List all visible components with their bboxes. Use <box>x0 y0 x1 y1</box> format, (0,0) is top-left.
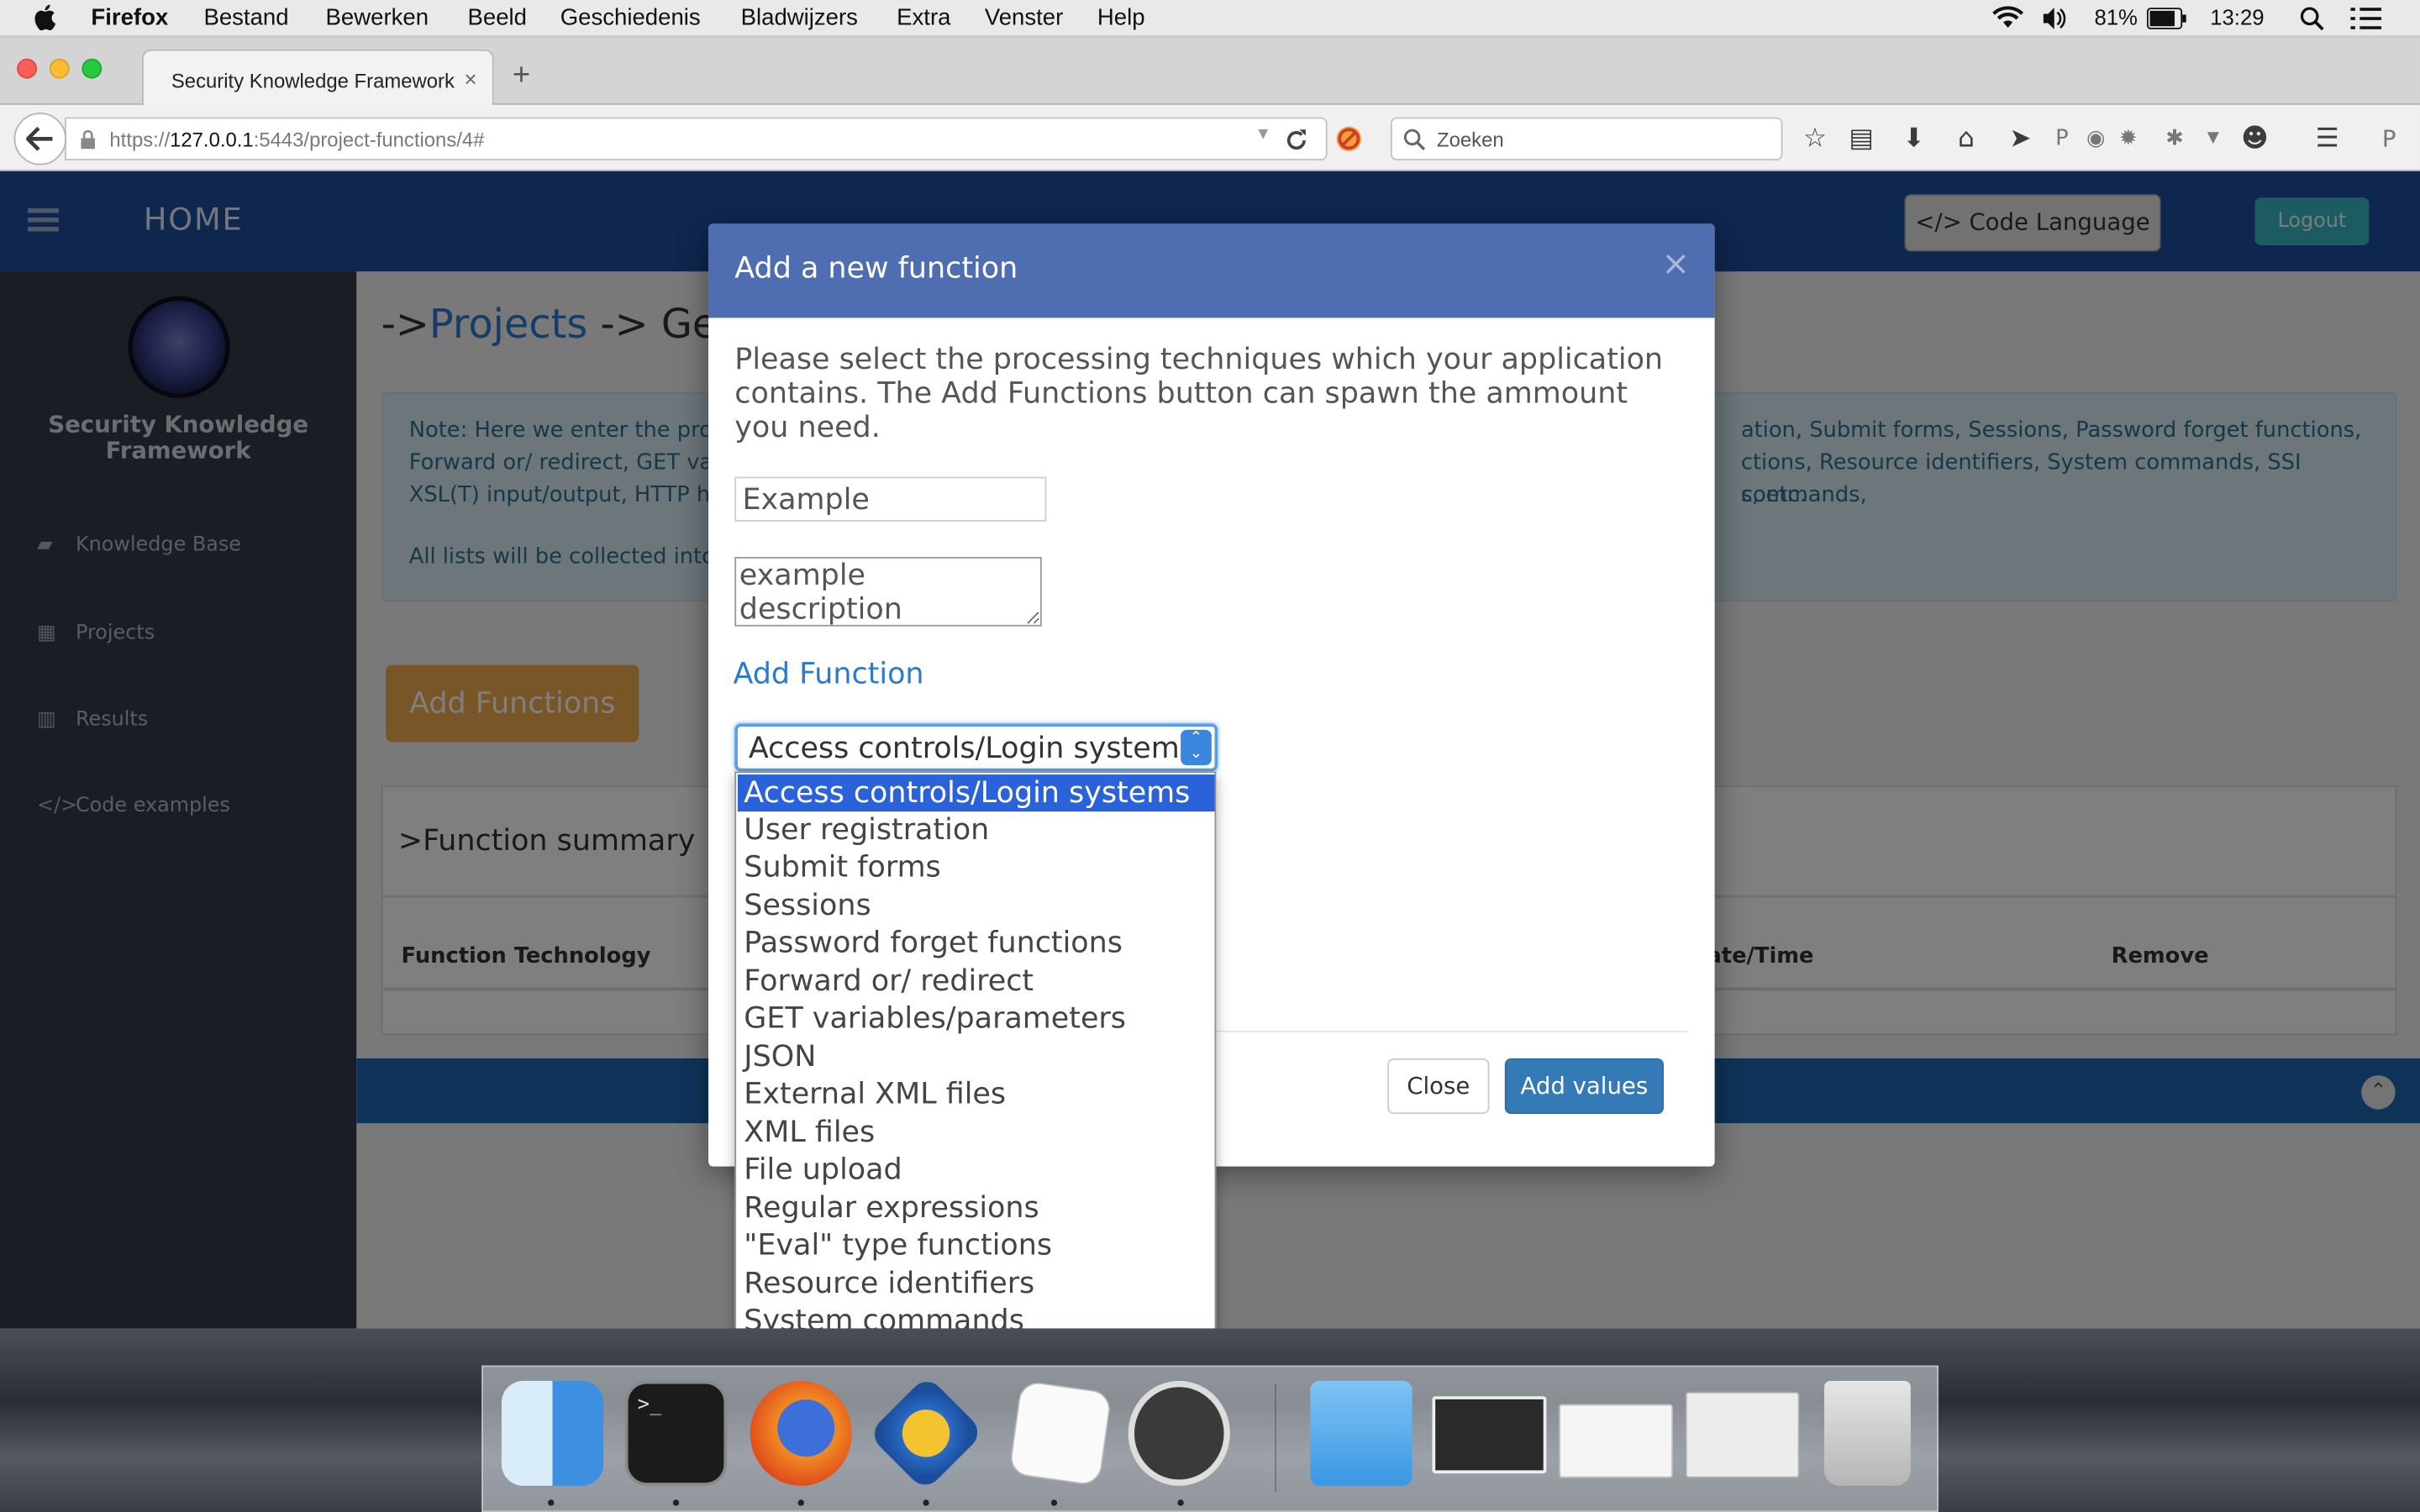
home-icon[interactable]: ⌂ <box>1951 123 1982 155</box>
bookmark-star-icon[interactable]: ☆ <box>1800 123 1831 155</box>
modal-title: Add a new function <box>734 251 1018 286</box>
add-values-button[interactable]: Add values <box>1504 1058 1664 1115</box>
search-placeholder: Zoeken <box>1436 128 1504 151</box>
window-minimize-button[interactable] <box>49 58 70 79</box>
menu-bestand[interactable]: Bestand <box>203 5 288 31</box>
browser-tab[interactable]: Security Knowledge Framework × <box>141 49 494 107</box>
dropdown-option[interactable]: Sessions <box>738 887 1215 924</box>
add-function-link[interactable]: Add Function <box>733 657 923 690</box>
apple-menu-icon[interactable] <box>34 3 58 31</box>
menu-bar: Firefox Bestand Bewerken Beeld Geschiede… <box>0 0 2420 38</box>
dropdown-option[interactable]: "Eval" type functions <box>738 1226 1215 1263</box>
extension-p2-icon[interactable]: P <box>2374 123 2405 155</box>
menu-bewerken[interactable]: Bewerken <box>326 5 429 31</box>
downloads-icon[interactable]: ⬇ <box>1898 123 1929 155</box>
menu-help[interactable]: Help <box>1097 5 1145 31</box>
volume-icon[interactable] <box>2040 6 2068 30</box>
finder-icon[interactable] <box>501 1380 604 1486</box>
modal-close-icon[interactable]: × <box>1661 245 1690 284</box>
menu-bladwijzers[interactable]: Bladwijzers <box>741 5 858 31</box>
hamburger-menu-icon[interactable]: ☰ <box>2312 123 2343 155</box>
tab-close-icon[interactable]: × <box>465 66 477 91</box>
dropdown-option[interactable]: Resource identifiers <box>738 1265 1215 1302</box>
menu-app-name[interactable]: Firefox <box>91 5 168 31</box>
dropdown-option[interactable]: JSON <box>738 1038 1215 1075</box>
extension-gear-icon[interactable]: ✹ <box>2112 123 2144 155</box>
new-tab-icon[interactable]: + <box>513 59 530 94</box>
dropdown-option[interactable]: External XML files <box>738 1075 1215 1112</box>
running-indicator <box>1050 1499 1058 1506</box>
menu-geschiedenis[interactable]: Geschiedenis <box>560 5 701 31</box>
window-thumbnail[interactable] <box>1432 1396 1547 1474</box>
dropdown-option[interactable]: XML files <box>738 1114 1215 1151</box>
function-description-textarea[interactable]: example description <box>734 557 1042 627</box>
select-stepper-icon: ⌃ ⌄ <box>1181 729 1212 766</box>
chat-icon[interactable]: ☻ <box>2239 123 2270 155</box>
dropdown-option[interactable]: Submit forms <box>738 848 1215 885</box>
trash-icon[interactable] <box>1824 1380 1911 1486</box>
reload-icon[interactable] <box>1284 128 1308 152</box>
document-thumbnail[interactable] <box>1559 1404 1674 1478</box>
dropdown-option[interactable]: File upload <box>738 1151 1215 1188</box>
textedit-icon[interactable] <box>1007 1380 1113 1487</box>
firefox-icon[interactable] <box>750 1380 852 1486</box>
search-bar[interactable]: Zoeken <box>1390 117 1783 161</box>
spotlight-icon[interactable] <box>2300 6 2324 31</box>
send-icon[interactable]: ➤ <box>2005 123 2036 155</box>
notification-center-icon[interactable] <box>2350 8 2382 29</box>
extension-mask-icon[interactable]: ◉ <box>2081 123 2112 155</box>
close-button[interactable]: Close <box>1387 1058 1490 1115</box>
folder-icon[interactable] <box>1310 1380 1413 1486</box>
url-text: https://127.0.0.1:5443/project-functions… <box>109 128 485 151</box>
function-technology-select[interactable]: Access controls/Login systems ⌃ ⌄ <box>734 723 1218 772</box>
lock-icon[interactable] <box>81 129 96 150</box>
running-indicator <box>672 1499 680 1506</box>
battery-icon[interactable] <box>2146 8 2187 29</box>
dropdown-option[interactable]: Regular expressions <box>738 1189 1215 1226</box>
dropdown-option[interactable]: Forward or/ redirect <box>738 963 1215 1000</box>
tab-title: Security Knowledge Framework <box>171 69 455 93</box>
mamp-icon[interactable] <box>1128 1380 1230 1486</box>
back-arrow-icon <box>26 126 53 151</box>
dropdown-option[interactable]: GET variables/parameters <box>738 1000 1215 1037</box>
url-history-dropdown-icon[interactable]: ▼ <box>1255 125 1271 144</box>
select-dropdown-list: Access controls/Login systems User regis… <box>734 771 1217 1342</box>
dropdown-option-selected[interactable]: Access controls/Login systems <box>737 774 1215 812</box>
dropdown-option[interactable]: Password forget functions <box>738 924 1215 961</box>
clock: 13:29 <box>2210 4 2265 29</box>
back-button[interactable] <box>13 113 66 165</box>
blocked-content-icon[interactable] <box>1334 123 1365 155</box>
url-bar[interactable]: https://127.0.0.1:5443/project-functions… <box>65 117 1328 161</box>
reading-list-icon[interactable]: ▤ <box>1846 123 1877 155</box>
mamp-window-thumbnail[interactable] <box>1685 1391 1800 1478</box>
select-value: Access controls/Login systems <box>748 731 1195 766</box>
window-close-button[interactable] <box>17 58 38 79</box>
menu-beeld[interactable]: Beeld <box>468 5 527 31</box>
menu-venster[interactable]: Venster <box>985 5 1063 31</box>
tab-strip: Security Knowledge Framework × + <box>0 37 2420 107</box>
window-zoom-button[interactable] <box>82 58 103 79</box>
search-icon <box>1403 129 1426 150</box>
overflow-chevron-icon[interactable]: ▼ <box>2198 123 2229 155</box>
navigation-bar: https://127.0.0.1:5443/project-functions… <box>0 104 2420 171</box>
running-indicator <box>797 1499 804 1506</box>
function-name-input[interactable] <box>734 476 1047 522</box>
modal-header: Add a new function × <box>708 223 1715 318</box>
running-indicator <box>1177 1499 1184 1506</box>
terminal-icon[interactable]: >_ <box>624 1380 728 1486</box>
dropdown-option[interactable]: User registration <box>738 811 1215 848</box>
running-indicator <box>923 1499 929 1506</box>
extension-p-icon[interactable]: P <box>2047 123 2078 155</box>
dock-separator <box>1275 1383 1276 1493</box>
extension-bug-icon[interactable]: ✱ <box>2160 123 2191 155</box>
modal-description: Please select the processing techniques … <box>734 342 1664 444</box>
menu-extra[interactable]: Extra <box>897 5 950 31</box>
wifi-icon[interactable] <box>1991 6 2024 30</box>
battery-percent: 81% <box>2094 4 2138 29</box>
running-indicator <box>548 1499 555 1506</box>
